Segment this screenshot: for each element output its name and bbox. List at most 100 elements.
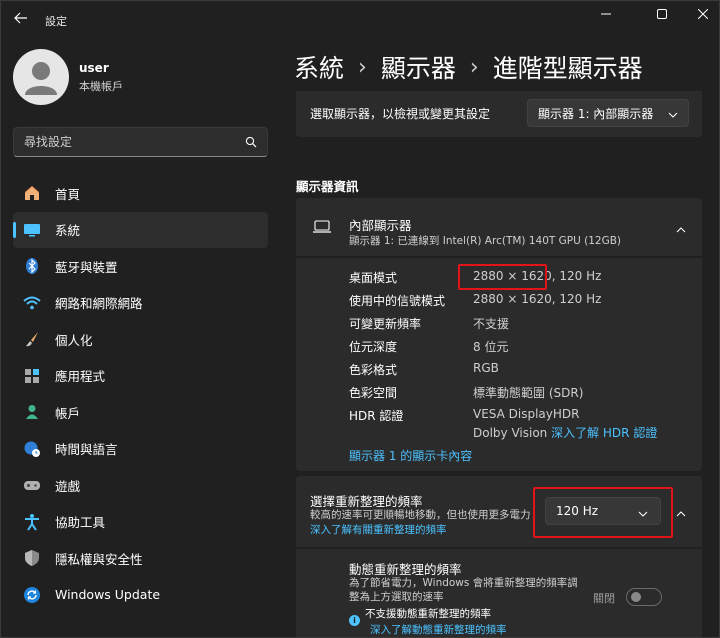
info-label-bit-depth: 位元深度	[349, 340, 398, 354]
dynamic-refresh-toggle-label: 關閉	[593, 592, 615, 605]
info-value-bit-depth: 8 位元	[473, 340, 509, 354]
sidebar-item-label: 隱私權與安全性	[55, 551, 143, 567]
sidebar-item-label: 個人化	[55, 332, 93, 348]
app-title: 設定	[45, 15, 67, 28]
dynamic-refresh-toggle[interactable]	[626, 588, 662, 606]
avatar	[13, 49, 69, 105]
info-label-hdr-cert: HDR 認證	[349, 409, 404, 423]
update-icon	[21, 584, 43, 606]
sidebar-item-home[interactable]: 首頁	[13, 175, 268, 211]
minimize-button[interactable]	[583, 1, 629, 29]
sidebar-item-accessibility[interactable]: 協助工具	[13, 504, 268, 540]
dynamic-refresh-unsupported-text: 不支援動態重新整理的頻率	[365, 608, 491, 620]
system-icon	[21, 219, 43, 241]
accessibility-icon	[21, 511, 43, 533]
back-button[interactable]	[9, 7, 33, 31]
refresh-rate-desc-text: 較高的速率可更順暢地移動，但也使用更多電力	[310, 509, 531, 521]
info-label-vrr: 可變更新頻率	[349, 317, 422, 331]
info-value-hdr-cert-line2: Dolby Vision 深入了解 HDR 認證	[473, 424, 657, 441]
refresh-rate-description: 較高的速率可更順暢地移動，但也使用更多電力 深入了解有關重新整理的頻率	[310, 508, 532, 538]
dolby-vision-text: Dolby Vision	[473, 426, 548, 440]
sidebar-item-accounts[interactable]: 帳戶	[13, 394, 268, 430]
internal-display-header[interactable]: 內部顯示器 顯示器 1: 已連線到 Intel(R) Arc(TM) 140T …	[296, 198, 702, 256]
home-icon	[21, 182, 43, 204]
bluetooth-icon	[21, 255, 43, 277]
user-profile[interactable]: user 本機帳戶	[13, 49, 123, 105]
info-value-hdr-cert: VESA DisplayHDR	[473, 407, 580, 421]
shield-icon	[21, 547, 43, 569]
gamepad-icon	[21, 474, 43, 496]
display-select-dropdown[interactable]: 顯示器 1: 內部顯示器	[527, 99, 689, 127]
sidebar-item-personalization[interactable]: 個人化	[13, 321, 268, 357]
user-name: user	[79, 60, 109, 75]
sidebar-item-label: 網路和網際網路	[55, 296, 143, 311]
breadcrumb-advanced-display: 進階型顯示器	[492, 54, 643, 83]
dynamic-refresh-learn-more-link[interactable]: 深入了解動態重新整理的頻率	[370, 622, 507, 637]
info-value-color-space: 標準動態範圍 (SDR)	[473, 386, 584, 400]
sidebar-item-gaming[interactable]: 遊戲	[13, 467, 268, 503]
sidebar-item-label: 帳戶	[55, 405, 81, 421]
chevron-down-icon	[668, 108, 678, 122]
adapter-properties-link[interactable]: 顯示器 1 的顯示卡內容	[349, 447, 472, 464]
sidebar-item-label: 協助工具	[55, 515, 106, 530]
sidebar-item-privacy[interactable]: 隱私權與安全性	[13, 540, 268, 576]
display-connection: 顯示器 1: 已連線到 Intel(R) Arc(TM) 140T GPU (1…	[349, 235, 622, 247]
sidebar-item-system[interactable]: 系統	[13, 211, 268, 248]
settings-window: 設定 user 本機帳戶 尋找設定 首頁 系統 藍牙與裝置 網路和網際網路 個人…	[0, 0, 720, 638]
display-name: 內部顯示器	[349, 218, 412, 233]
search-box[interactable]	[13, 127, 268, 157]
sidebar-item-label: 應用程式	[55, 369, 106, 384]
info-label-signal-mode: 使用中的信號模式	[349, 294, 446, 308]
breadcrumb-display[interactable]: 顯示器	[381, 49, 456, 85]
maximize-button[interactable]	[639, 1, 685, 29]
apps-icon	[21, 365, 43, 387]
info-value-color-format: RGB	[473, 361, 499, 375]
select-display-row: 選取顯示器，以檢視或變更其設定 顯示器 1: 內部顯示器	[296, 91, 702, 137]
annotation-highlight-refresh-rate	[533, 487, 673, 538]
minimize-icon	[601, 8, 611, 22]
search-icon[interactable]	[245, 136, 257, 151]
back-arrow-icon	[14, 12, 28, 27]
dynamic-refresh-description: 為了節省電力，Windows 會將重新整理的頻率調整為上方選取的速率	[349, 577, 578, 603]
sidebar-item-label: 遊戲	[55, 478, 81, 494]
sidebar-item-windows-update[interactable]: Windows Update	[13, 577, 268, 613]
chevron-right-icon: ›	[469, 54, 479, 80]
sidebar-nav: 首頁 系統 藍牙與裝置 網路和網際網路 個人化 應用程式 帳戶 時間與語言 遊戲…	[13, 175, 268, 613]
info-label-color-format: 色彩格式	[349, 363, 398, 377]
breadcrumb-system[interactable]: 系統	[294, 49, 344, 85]
sidebar-item-time-language[interactable]: 時間與語言	[13, 431, 268, 467]
sidebar-item-label: 藍牙與裝置	[55, 259, 118, 275]
select-display-label: 選取顯示器，以檢視或變更其設定	[310, 107, 491, 121]
sidebar-item-bluetooth[interactable]: 藍牙與裝置	[13, 248, 268, 284]
maximize-icon	[657, 8, 667, 22]
info-label-color-space: 色彩空間	[349, 386, 398, 400]
sidebar-item-network[interactable]: 網路和網際網路	[13, 285, 268, 321]
wifi-icon	[21, 292, 43, 314]
display-select-value: 顯示器 1: 內部顯示器	[538, 106, 654, 121]
refresh-rate-learn-more-link[interactable]: 深入了解有關重新整理的頻率	[310, 524, 447, 536]
globe-clock-icon	[21, 438, 43, 460]
laptop-icon	[312, 220, 332, 237]
sidebar-item-label: 首頁	[55, 186, 81, 202]
info-value-vrr: 不支援	[473, 317, 510, 331]
close-button[interactable]	[685, 1, 719, 29]
brush-icon	[21, 328, 43, 350]
chevron-up-icon[interactable]	[676, 223, 686, 237]
chevron-up-icon[interactable]	[676, 507, 686, 521]
account-icon	[21, 401, 43, 423]
sidebar-item-label: 系統	[55, 223, 81, 238]
close-icon	[697, 8, 709, 22]
sidebar-item-label: 時間與語言	[55, 442, 118, 457]
annotation-highlight-resolution	[458, 264, 547, 290]
sidebar-item-label: Windows Update	[55, 587, 161, 602]
sidebar-item-apps[interactable]: 應用程式	[13, 358, 268, 394]
hdr-learn-more-link[interactable]: 深入了解 HDR 認證	[551, 426, 657, 440]
info-value-signal-mode: 2880 × 1620, 120 Hz	[473, 292, 602, 306]
dynamic-refresh-row: 動態重新整理的頻率 為了節省電力，Windows 會將重新整理的頻率調整為上方選…	[296, 549, 702, 637]
info-icon: i	[349, 615, 360, 626]
toggle-knob	[631, 592, 641, 602]
breadcrumb: 系統 › 顯示器 › 進階型顯示器	[294, 49, 643, 85]
chevron-right-icon: ›	[358, 54, 367, 80]
title-bar: 設定	[1, 1, 719, 37]
search-input[interactable]	[24, 135, 234, 149]
